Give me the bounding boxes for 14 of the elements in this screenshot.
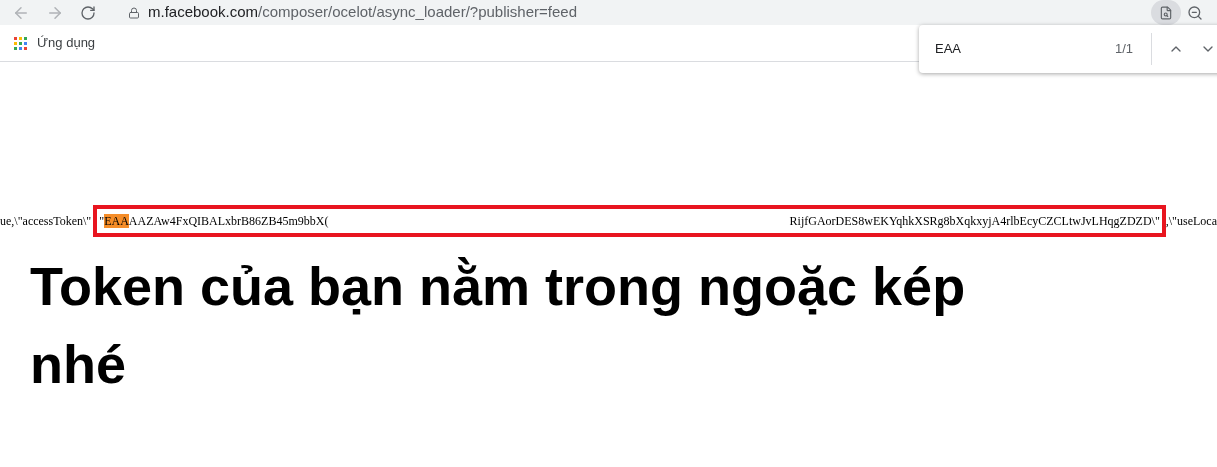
code-text: ue,\"accessToken\" — [0, 213, 92, 229]
url-path: /composer/ocelot/async_loader/?publisher=feed — [258, 2, 577, 23]
zoom-out-icon[interactable] — [1187, 4, 1203, 21]
lock-icon — [128, 6, 140, 19]
match-count: 1/1 — [1115, 40, 1134, 59]
token-text: RijfGAorDES8wEKYqhkXSRg8bXqkxyjA4rlbEcyCZCLtwJvLHqgZDZD\" — [789, 213, 1160, 230]
find-query-field[interactable]: EAA — [935, 39, 1085, 59]
caption-heading: Token của bạn nằm trong ngoặc kép nhé — [30, 255, 967, 396]
bookmark-link[interactable]: Ứng dụng — [37, 33, 96, 53]
find-in-page-icon[interactable] — [1151, 0, 1181, 25]
reload-icon[interactable] — [80, 4, 96, 21]
url-host: m.facebook.com — [148, 2, 259, 23]
code-text: ,\"useLoca — [1165, 213, 1217, 230]
apps-grid-icon[interactable] — [14, 36, 27, 50]
